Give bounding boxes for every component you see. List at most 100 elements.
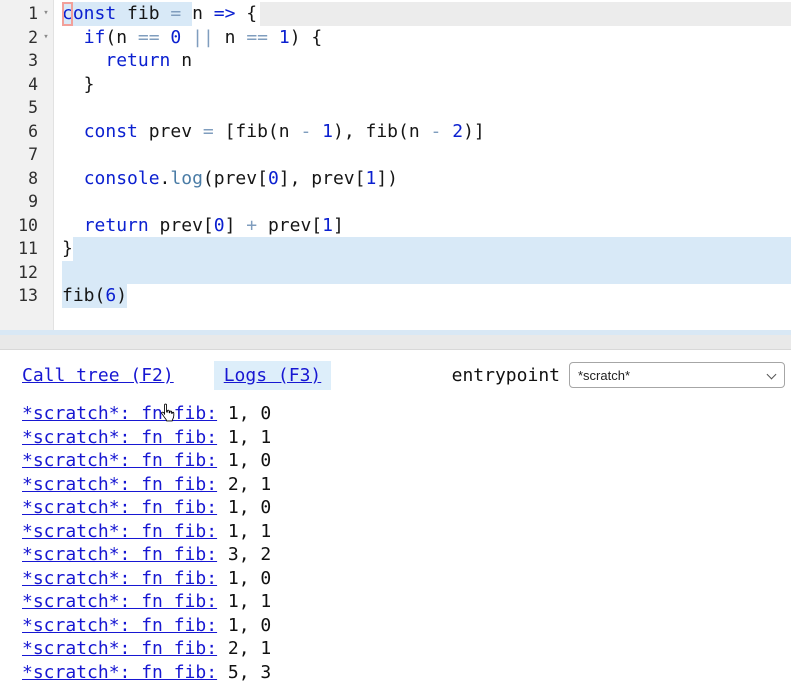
line-number: 4 [2,73,38,97]
selection-highlight [73,237,791,261]
log-row: *scratch*: fn fib: 1, 1 [22,520,791,544]
line-number: 6 [2,120,38,144]
code-editor[interactable]: 1▾const fib = n => {2▾ if(n == 0 || n ==… [0,0,791,330]
log-row: *scratch*: fn fib: 1, 1 [22,426,791,450]
code-token: log [170,167,203,191]
log-link[interactable]: *scratch*: fn fib: [22,450,217,471]
code-line-content: const fib = n => { [54,2,791,26]
entrypoint-select[interactable]: *scratch* [569,362,785,388]
code-line-content [54,96,791,120]
code-line[interactable]: 13fib(6) [0,284,791,308]
code-token: 1 [322,214,333,238]
code-token: ] [225,214,247,238]
code-token: return [84,214,149,238]
code-token: ]) [376,167,398,191]
gutter-cell: 1▾ [0,2,54,26]
log-value: 5, 3 [217,662,271,683]
line-number: 1 [2,2,38,26]
app-root: { "colors": { "keyword": "#0b20d0", "ope… [0,0,791,678]
fold-toggle-icon[interactable]: ▾ [38,26,54,50]
gutter-cell: 7 [0,143,54,167]
code-line[interactable]: 11} [0,237,791,261]
line-number: 2 [2,26,38,50]
code-line[interactable]: 4 } [0,73,791,97]
code-line-content: const prev = [fib(n - 1), fib(n - 2)] [54,120,791,144]
code-line[interactable]: 3 return n [0,49,791,73]
gutter-cell: 13 [0,284,54,308]
log-row: *scratch*: fn fib: 3, 2 [22,543,791,567]
log-row: *scratch*: fn fib: 1, 1 [22,590,791,614]
line-number: 12 [2,261,38,285]
log-list: *scratch*: fn fib: 1, 0*scratch*: fn fib… [22,402,791,684]
code-token [311,120,322,144]
code-token: ) { [290,26,323,50]
log-link[interactable]: *scratch*: fn fib: [22,544,217,565]
code-line-content [54,143,791,167]
code-token: [fib(n [214,120,301,144]
code-token: => [214,2,236,26]
debug-panel: Call tree (F2) Logs (F3) entrypoint *scr… [0,349,791,678]
code-line[interactable]: 10 return prev[0] + prev[1] [0,214,791,238]
code-token: 0 [268,167,279,191]
log-row: *scratch*: fn fib: 2, 1 [22,473,791,497]
code-line[interactable]: 9 [0,190,791,214]
log-link[interactable]: *scratch*: fn fib: [22,662,217,683]
log-row: *scratch*: fn fib: 1, 0 [22,567,791,591]
panel-tabs: Call tree (F2) Logs (F3) entrypoint *scr… [22,360,791,390]
code-line-content [54,190,791,214]
code-token: ] [333,214,344,238]
gutter-cell: 3 [0,49,54,73]
line-number: 13 [2,284,38,308]
code-line-content: return n [54,49,791,73]
log-value: 1, 0 [217,403,271,424]
tab-logs[interactable]: Logs (F3) [214,361,332,390]
code-token [160,2,171,26]
code-token: - [300,120,311,144]
log-link[interactable]: *scratch*: fn fib: [22,403,217,424]
code-line-content [54,261,791,285]
code-token: ) [116,284,127,308]
code-line[interactable]: 2▾ if(n == 0 || n == 1) { [0,26,791,50]
line-number: 7 [2,143,38,167]
section-gap [0,335,791,349]
gutter-cell: 10 [0,214,54,238]
code-token: == [246,26,268,50]
log-link[interactable]: *scratch*: fn fib: [22,427,217,448]
log-link[interactable]: *scratch*: fn fib: [22,615,217,636]
log-link[interactable]: *scratch*: fn fib: [22,474,217,495]
code-token: return [105,49,170,73]
code-token: - [431,120,442,144]
log-link[interactable]: *scratch*: fn fib: [22,497,217,518]
code-line[interactable]: 6 const prev = [fib(n - 1), fib(n - 2)] [0,120,791,144]
entrypoint-selected-value: *scratch* [578,368,768,383]
log-link[interactable]: *scratch*: fn fib: [22,521,217,542]
log-link[interactable]: *scratch*: fn fib: [22,638,217,659]
code-token: console [84,167,160,191]
code-line[interactable]: 8 console.log(prev[0], prev[1]) [0,167,791,191]
code-token: prev[ [257,214,322,238]
code-token: prev [138,120,203,144]
code-token: 1 [322,120,333,144]
code-line-content: console.log(prev[0], prev[1]) [54,167,791,191]
code-token: fib [127,2,160,26]
code-token [441,120,452,144]
log-row: *scratch*: fn fib: 1, 0 [22,496,791,520]
log-link[interactable]: *scratch*: fn fib: [22,568,217,589]
code-line[interactable]: 12 [0,261,791,285]
log-link[interactable]: *scratch*: fn fib: [22,591,217,612]
code-line[interactable]: 1▾const fib = n => { [0,2,791,26]
code-line[interactable]: 7 [0,143,791,167]
code-token: (n [105,26,138,50]
tab-call-tree[interactable]: Call tree (F2) [22,365,174,386]
code-token: = [203,120,214,144]
code-token: || [192,26,214,50]
fold-toggle-icon[interactable]: ▾ [38,2,54,26]
cursor-box: c [62,2,73,26]
code-token: = [170,2,181,26]
code-line[interactable]: 5 [0,96,791,120]
code-line-content: if(n == 0 || n == 1) { [54,26,791,50]
code-token [116,2,127,26]
code-token [62,49,105,73]
log-value: 1, 0 [217,497,271,518]
gutter-cell: 5 [0,96,54,120]
